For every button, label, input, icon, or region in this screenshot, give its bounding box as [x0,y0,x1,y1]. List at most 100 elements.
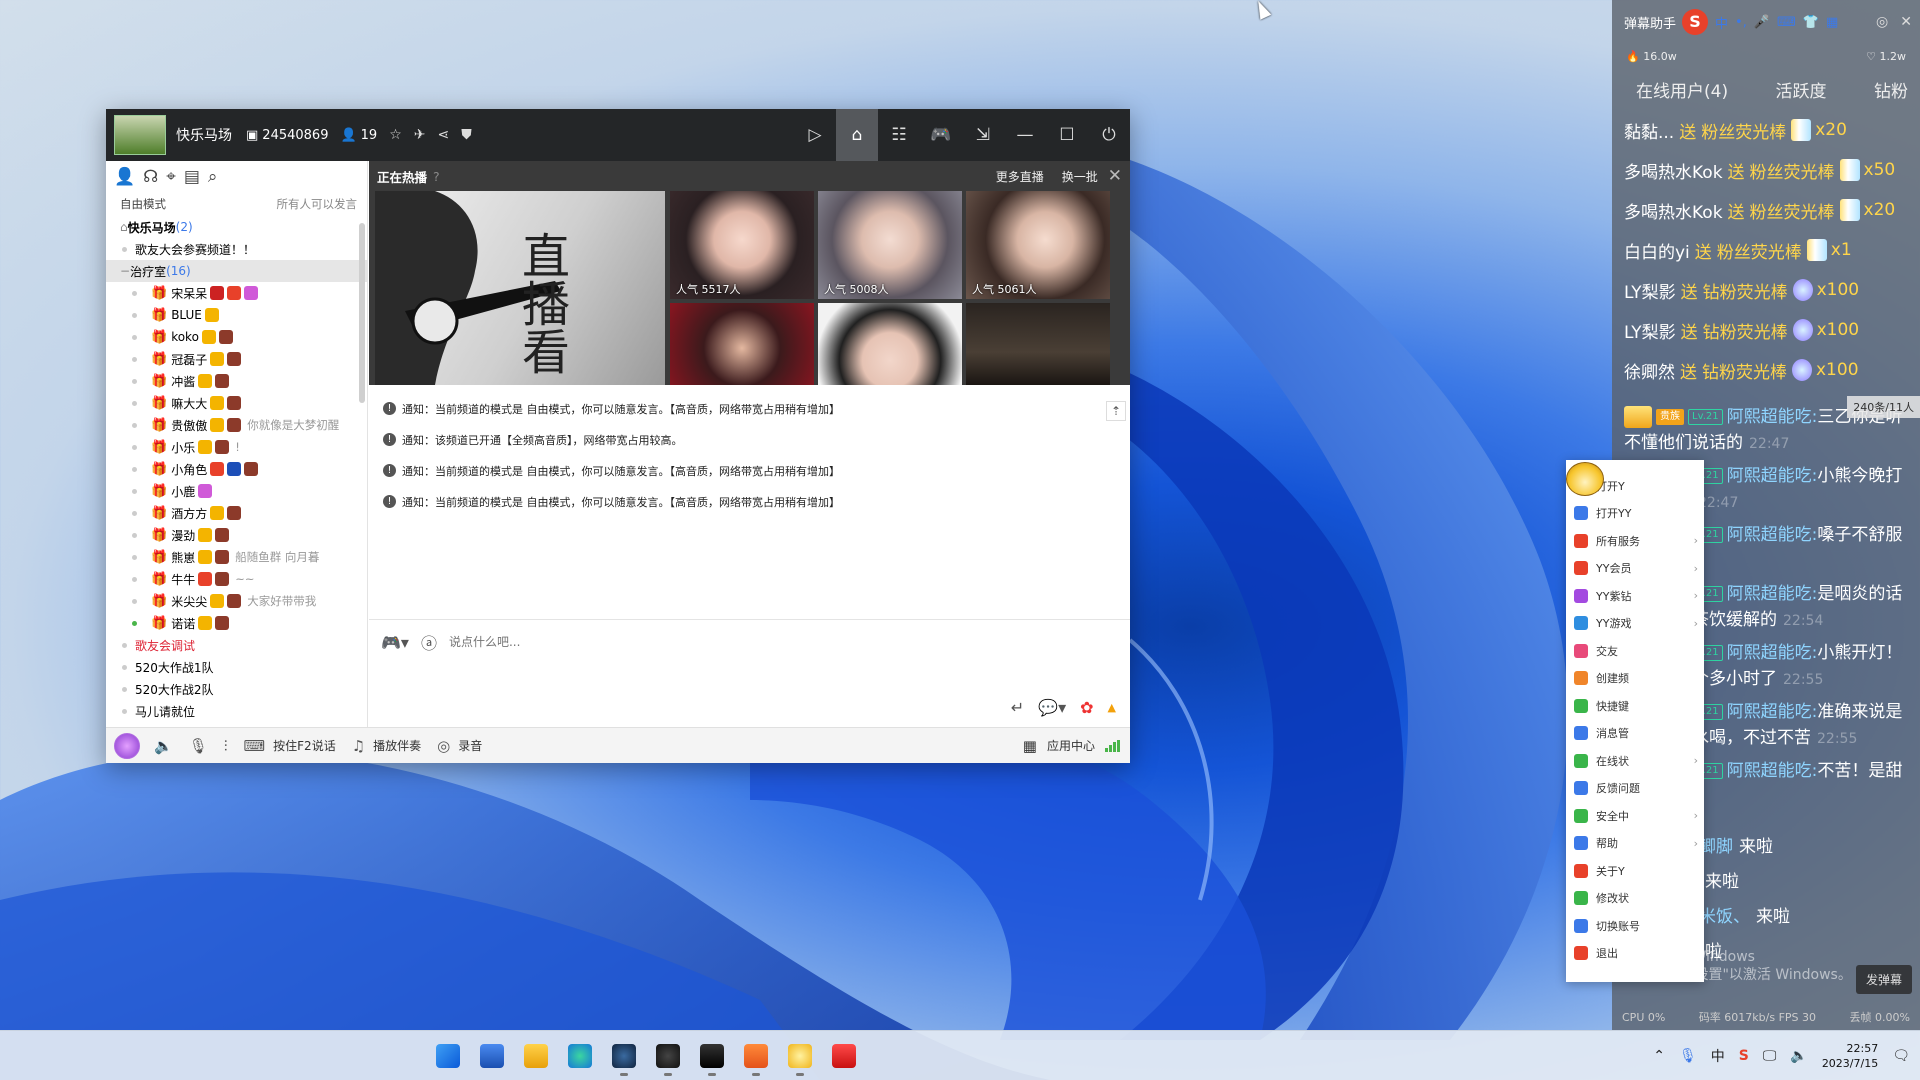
location-icon[interactable]: ⌖ [166,167,176,187]
avatar[interactable] [114,732,140,759]
speaker-icon[interactable]: 🔈 [154,737,173,755]
yy-mascot-icon[interactable] [1566,462,1604,496]
send-danmaku-button[interactable]: 发弹幕 [1855,965,1912,994]
chevron-up-icon[interactable]: ⌃ [1653,1048,1665,1064]
microphone-icon[interactable]: 🎙 [189,737,208,755]
record-button[interactable]: ◎ 录音 [437,737,482,755]
enter-icon[interactable]: ↵ [1011,698,1024,717]
flower-icon[interactable]: ✿ [1080,698,1093,717]
search-icon[interactable]: ⌕ [208,167,218,187]
headset-icon[interactable]: ☊ [143,167,158,187]
app-center-link[interactable]: 应用中心 [1047,737,1095,754]
ime-skin-icon[interactable]: 👕 [1803,15,1819,30]
taskbar-app-steam[interactable] [606,1038,642,1076]
live-thumb-1[interactable]: 人气 5517人 [670,191,814,299]
taskbar-app-edge[interactable] [562,1038,598,1074]
note-icon[interactable]: ▤ [184,167,200,187]
list-icon[interactable]: ☷ [878,109,920,161]
tab-online-users[interactable]: 在线用户(4) [1636,77,1728,102]
tree-row[interactable]: 歌友大会参赛频道！！ [106,238,367,260]
live-thumb-4[interactable] [670,303,814,385]
chat-input[interactable] [448,635,949,649]
ime-zh-icon[interactable]: 中 [1711,1046,1725,1066]
mic-icon[interactable]: 🎙 [1679,1048,1697,1064]
menu-item[interactable]: 创建频 [1566,665,1704,693]
tree-row[interactable]: 马儿请就位 [106,700,367,722]
power-button[interactable]: ⏻ [1088,109,1130,161]
menu-item[interactable]: 切换账号 [1566,912,1704,940]
taskbar-app-yy[interactable] [782,1038,818,1076]
menu-item[interactable]: 反馈问题 [1566,775,1704,803]
notification-icon[interactable]: 🗨 [1892,1048,1910,1064]
live-thumb-3[interactable]: 人气 5061人 [966,191,1110,299]
scroll-top-button[interactable]: ⇡ [1106,401,1126,421]
accompany-button[interactable]: ♫ 播放伴奏 [352,737,421,755]
emoji-gamepad-icon[interactable]: 🎮▾ [381,633,409,652]
tree-row[interactable]: 🎁 小角色 [106,458,367,480]
tree-row[interactable]: 歌友会调试 [106,634,367,656]
menu-item[interactable]: YY游戏 › [1566,610,1704,638]
gamepad-icon[interactable]: 🎮 [920,109,962,161]
menu-item[interactable]: 消息管 [1566,720,1704,748]
live-thumb-6[interactable] [966,303,1110,385]
tree-row[interactable]: 🎁 嘛大大 [106,392,367,414]
minimize-button[interactable]: — [1004,109,1046,161]
share-icon[interactable]: ⋖ [438,127,450,143]
live-thumb-5[interactable] [818,303,962,385]
sogou-tray-icon[interactable]: S [1739,1048,1749,1064]
menu-item[interactable]: 所有服务 › [1566,527,1704,555]
tree-row[interactable]: − 治疗室 (16) [106,260,367,282]
settings-icon[interactable]: ◎ [1876,14,1888,30]
menu-item[interactable]: 快捷键 [1566,692,1704,720]
help-icon[interactable]: ? [433,169,440,184]
sogou-icon[interactable]: S [1682,9,1709,35]
taskbar-app-windows-start[interactable] [430,1038,466,1074]
close-icon[interactable]: ✕ [1108,166,1122,186]
f2-talk-button[interactable]: ⌨ 按住F2说话 [244,737,336,755]
menu-item[interactable]: YY紫钻 › [1566,582,1704,610]
tree-row[interactable]: 🎁 宋呆呆 [106,282,367,304]
translate-icon[interactable]: ⓐ [421,630,437,654]
taskbar-app-wps[interactable] [826,1038,862,1074]
expand-icon[interactable]: ▲ [1108,701,1116,714]
menu-item[interactable]: 修改状 [1566,885,1704,913]
tree-row[interactable]: 520大作战2队 [106,678,367,700]
tab-activity[interactable]: 活跃度 [1776,77,1827,102]
tree-row[interactable]: 520大作战1队 [106,656,367,678]
shield-icon[interactable]: ⛊ [461,127,472,143]
collapse-icon[interactable]: − [120,264,130,278]
ime-chinese[interactable]: 中 [1715,13,1728,32]
tree-row[interactable]: 🎁 熊崽 船随鱼群 向月暮 [106,546,367,568]
home-icon[interactable]: ⌂ [836,109,878,161]
more-live-link[interactable]: 更多直播 [996,168,1044,185]
menu-item[interactable]: 关于Y [1566,857,1704,885]
ime-voice-icon[interactable]: 🎤 [1754,15,1770,30]
tree-row[interactable]: 🎁 牛牛 ~~ [106,568,367,590]
menu-item[interactable]: 交友 [1566,637,1704,665]
equalizer-icon[interactable]: ⫶ [224,737,228,755]
tree-row[interactable]: 🎁 小乐! [106,436,367,458]
grid-icon[interactable]: ▦ [1023,737,1037,755]
tab-diamond-fans[interactable]: 钻粉 [1874,77,1908,102]
tree-row[interactable]: ⌂ 快乐马场 (2) [106,216,367,238]
ime-tools-icon[interactable]: ▦ [1826,15,1838,30]
clock[interactable]: 22:57 2023/7/15 [1822,1041,1878,1071]
user-icon[interactable]: 👤 [114,167,135,187]
tree-row[interactable]: 🎁 koko [106,326,367,348]
ime-keyboard-icon[interactable]: ⌨ [1777,15,1796,30]
taskbar-app-store[interactable] [474,1038,510,1074]
live-banner[interactable]: 直播看 [375,191,665,385]
tree-row[interactable]: 🎁 冠磊子 [106,348,367,370]
tree-row[interactable]: 🎁 贵傲傲 你就像是大梦初醒 [106,414,367,436]
tree-row[interactable]: 🎁 BLUE [106,304,367,326]
menu-item[interactable]: 安全中 › [1566,802,1704,830]
tree-row[interactable]: 🎁 漫劲 [106,524,367,546]
taskbar-app-app-orange[interactable] [738,1038,774,1076]
sidebar-scrollbar[interactable] [359,223,365,403]
tree-row[interactable]: 🎁 小鹿 [106,480,367,502]
favorite-star-icon[interactable]: ☆ [389,127,402,143]
download-icon[interactable]: ⇲ [962,109,1004,161]
close-icon[interactable]: ✕ [1900,14,1912,30]
menu-item[interactable]: 帮助 › [1566,830,1704,858]
taskbar-app-terminal[interactable] [694,1038,730,1076]
